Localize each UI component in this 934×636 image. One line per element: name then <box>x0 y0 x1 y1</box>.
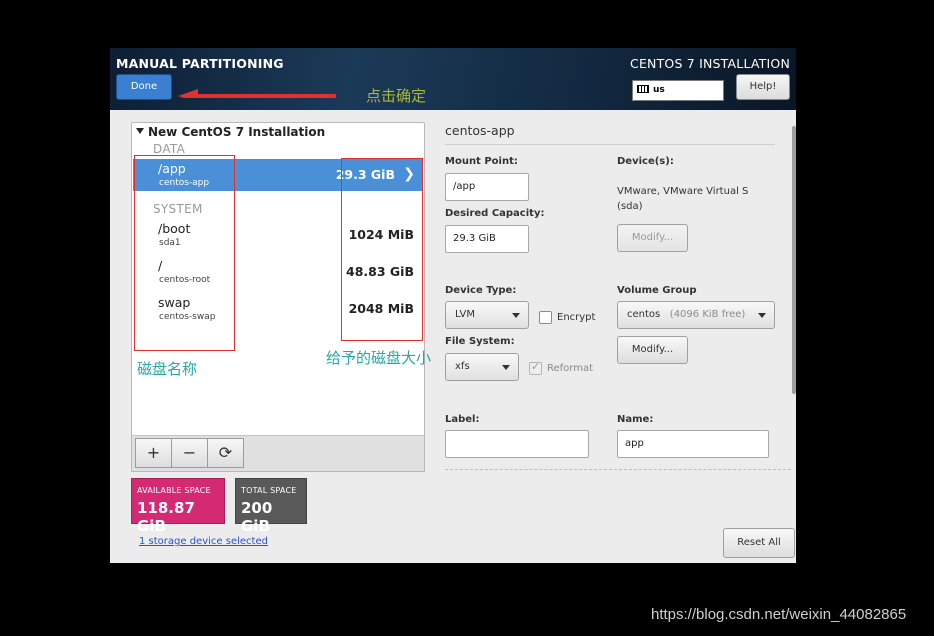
file-system-label: File System: <box>445 336 515 347</box>
devices-value: VMware, VMware Virtual S (sda) <box>617 186 749 212</box>
keyboard-layout-label: us <box>653 85 665 95</box>
dropdown-arrow-icon <box>512 313 520 318</box>
checkbox-box: ✓ <box>529 360 542 375</box>
device-type-label: Device Type: <box>445 285 517 296</box>
device-type-value: LVM <box>455 309 475 320</box>
volume-group-free: (4096 KiB free) <box>669 309 746 320</box>
keyboard-layout-indicator[interactable]: us <box>632 80 724 101</box>
scrollbar[interactable] <box>792 126 796 394</box>
reset-all-button[interactable]: Reset All <box>723 528 795 558</box>
total-space-label: TOTAL SPACE <box>241 486 297 495</box>
available-space-label: AVAILABLE SPACE <box>137 486 211 495</box>
divider <box>445 469 791 470</box>
volume-group-label: Volume Group <box>617 285 697 296</box>
encrypt-label: Encrypt <box>557 312 596 323</box>
file-system-select[interactable]: xfs <box>445 353 519 381</box>
annotation-disk-size: 给予的磁盘大小 <box>326 349 432 367</box>
page-title: MANUAL PARTITIONING <box>116 56 284 71</box>
refresh-button[interactable]: ⟳ <box>207 438 244 468</box>
name-input[interactable]: app <box>617 430 769 458</box>
label-input[interactable] <box>445 430 589 458</box>
annotation-box-disk-name <box>134 155 235 351</box>
section-label-data: DATA <box>153 142 186 156</box>
annotation-disk-name: 磁盘名称 <box>137 360 198 378</box>
detail-title: centos-app <box>445 123 515 138</box>
label-field-label: Label: <box>445 414 480 425</box>
divider <box>445 144 775 145</box>
devices-modify-button[interactable]: Modify... <box>617 224 688 252</box>
partition-toolbar: + − ⟳ <box>131 435 425 472</box>
reformat-label: Reformat <box>547 363 594 374</box>
file-system-value: xfs <box>455 361 470 372</box>
watermark: https://blog.csdn.net/weixin_44082865 <box>651 606 907 623</box>
product-title: CENTOS 7 INSTALLATION <box>630 56 790 71</box>
header-bar: MANUAL PARTITIONING CENTOS 7 INSTALLATIO… <box>110 48 796 110</box>
checkbox-box <box>539 311 552 324</box>
add-partition-button[interactable]: + <box>135 438 172 468</box>
done-button[interactable]: Done <box>116 74 172 100</box>
annotation-confirm: 点击确定 <box>366 87 427 105</box>
dropdown-arrow-icon <box>502 365 510 370</box>
total-space-badge: TOTAL SPACE 200 GiB <box>235 478 307 535</box>
remove-partition-button[interactable]: − <box>171 438 208 468</box>
help-button[interactable]: Help! <box>736 74 790 100</box>
desired-capacity-input[interactable]: 29.3 GiB <box>445 225 529 253</box>
total-space-value: 200 GiB <box>241 499 273 535</box>
desired-capacity-label: Desired Capacity: <box>445 208 545 219</box>
encrypt-checkbox[interactable]: Encrypt <box>539 311 595 324</box>
devices-label: Device(s): <box>617 156 674 167</box>
dropdown-arrow-icon <box>758 313 766 318</box>
mount-point-label: Mount Point: <box>445 156 518 167</box>
name-field-label: Name: <box>617 414 654 425</box>
keyboard-icon <box>637 85 649 93</box>
annotation-arrow-icon <box>178 89 336 98</box>
volume-group-name: centos <box>627 309 661 320</box>
tree-root[interactable]: New CentOS 7 Installation <box>136 125 325 139</box>
device-type-select[interactable]: LVM <box>445 301 529 329</box>
annotation-box-disk-size <box>341 158 423 341</box>
checkmark-icon: ✓ <box>531 360 541 373</box>
tree-root-label: New CentOS 7 Installation <box>148 125 326 139</box>
expand-triangle-icon <box>136 128 144 134</box>
available-space-badge: AVAILABLE SPACE 118.87 GiB <box>131 478 225 535</box>
mount-point-input[interactable]: /app <box>445 173 529 201</box>
available-space-value: 118.87 GiB <box>137 499 195 535</box>
volume-group-select[interactable]: centos (4096 KiB free) <box>617 301 775 329</box>
volume-group-modify-button[interactable]: Modify... <box>617 336 688 364</box>
storage-device-link[interactable]: 1 storage device selected <box>139 536 268 547</box>
reformat-checkbox[interactable]: ✓ Reformat <box>529 360 594 375</box>
